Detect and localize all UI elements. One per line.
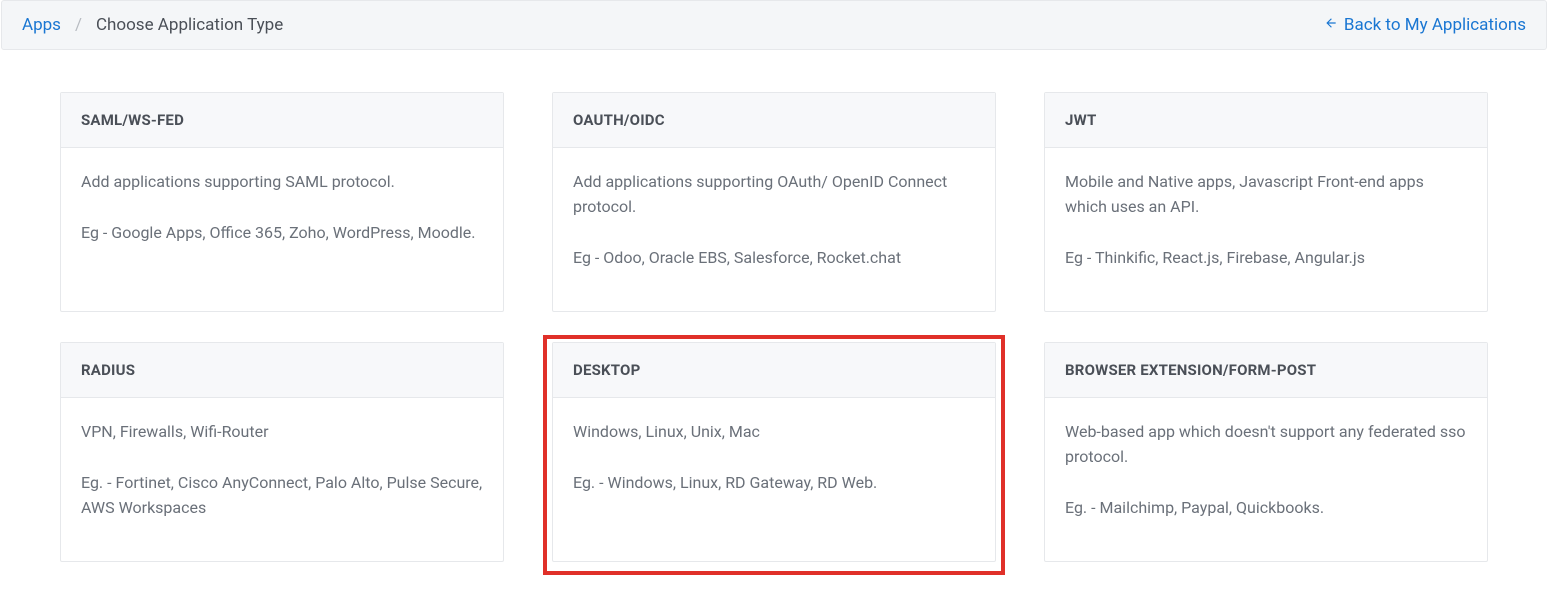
card-body: VPN, Firewalls, Wifi-Router Eg. - Fortin… xyxy=(61,398,503,544)
card-example: Eg - Google Apps, Office 365, Zoho, Word… xyxy=(81,221,483,246)
card-title: OAUTH/OIDC xyxy=(553,93,995,148)
breadcrumb: Apps / Choose Application Type xyxy=(22,15,283,35)
card-description: Add applications supporting SAML protoco… xyxy=(81,170,483,195)
breadcrumb-root-link[interactable]: Apps xyxy=(22,15,61,35)
card-jwt[interactable]: JWT Mobile and Native apps, Javascript F… xyxy=(1044,92,1488,312)
breadcrumb-separator: / xyxy=(75,15,82,35)
card-desktop[interactable]: DESKTOP Windows, Linux, Unix, Mac Eg. - … xyxy=(552,342,996,562)
card-description: Windows, Linux, Unix, Mac xyxy=(573,420,975,445)
card-example: Eg. - Windows, Linux, RD Gateway, RD Web… xyxy=(573,471,975,496)
card-body: Add applications supporting OAuth/ OpenI… xyxy=(553,148,995,294)
card-example: Eg. - Mailchimp, Paypal, Quickbooks. xyxy=(1065,496,1467,521)
card-body: Web-based app which doesn't support any … xyxy=(1045,398,1487,544)
card-description: Web-based app which doesn't support any … xyxy=(1065,420,1467,470)
arrow-left-icon xyxy=(1324,15,1338,35)
card-title: RADIUS xyxy=(61,343,503,398)
card-description: Add applications supporting OAuth/ OpenI… xyxy=(573,170,975,220)
card-example: Eg. - Fortinet, Cisco AnyConnect, Palo A… xyxy=(81,471,483,521)
card-description: Mobile and Native apps, Javascript Front… xyxy=(1065,170,1467,220)
card-title: JWT xyxy=(1045,93,1487,148)
card-browser-extension-form-post[interactable]: BROWSER EXTENSION/FORM-POST Web-based ap… xyxy=(1044,342,1488,562)
card-title: SAML/WS-FED xyxy=(61,93,503,148)
page-root: Apps / Choose Application Type Back to M… xyxy=(0,0,1548,602)
card-example: Eg - Thinkific, React.js, Firebase, Angu… xyxy=(1065,246,1467,271)
card-description: VPN, Firewalls, Wifi-Router xyxy=(81,420,483,445)
card-body: Windows, Linux, Unix, Mac Eg. - Windows,… xyxy=(553,398,995,520)
app-type-grid: SAML/WS-FED Add applications supporting … xyxy=(0,50,1548,562)
card-radius[interactable]: RADIUS VPN, Firewalls, Wifi-Router Eg. -… xyxy=(60,342,504,562)
back-to-applications-link[interactable]: Back to My Applications xyxy=(1324,15,1526,35)
card-desktop-wrapper: DESKTOP Windows, Linux, Unix, Mac Eg. - … xyxy=(552,342,996,562)
card-oauth-oidc[interactable]: OAUTH/OIDC Add applications supporting O… xyxy=(552,92,996,312)
card-title: BROWSER EXTENSION/FORM-POST xyxy=(1045,343,1487,398)
card-body: Mobile and Native apps, Javascript Front… xyxy=(1045,148,1487,294)
back-link-label: Back to My Applications xyxy=(1344,15,1526,35)
breadcrumb-current: Choose Application Type xyxy=(96,15,283,35)
card-example: Eg - Odoo, Oracle EBS, Salesforce, Rocke… xyxy=(573,246,975,271)
card-saml-ws-fed[interactable]: SAML/WS-FED Add applications supporting … xyxy=(60,92,504,312)
card-title: DESKTOP xyxy=(553,343,995,398)
header-bar: Apps / Choose Application Type Back to M… xyxy=(1,0,1547,50)
card-body: Add applications supporting SAML protoco… xyxy=(61,148,503,270)
